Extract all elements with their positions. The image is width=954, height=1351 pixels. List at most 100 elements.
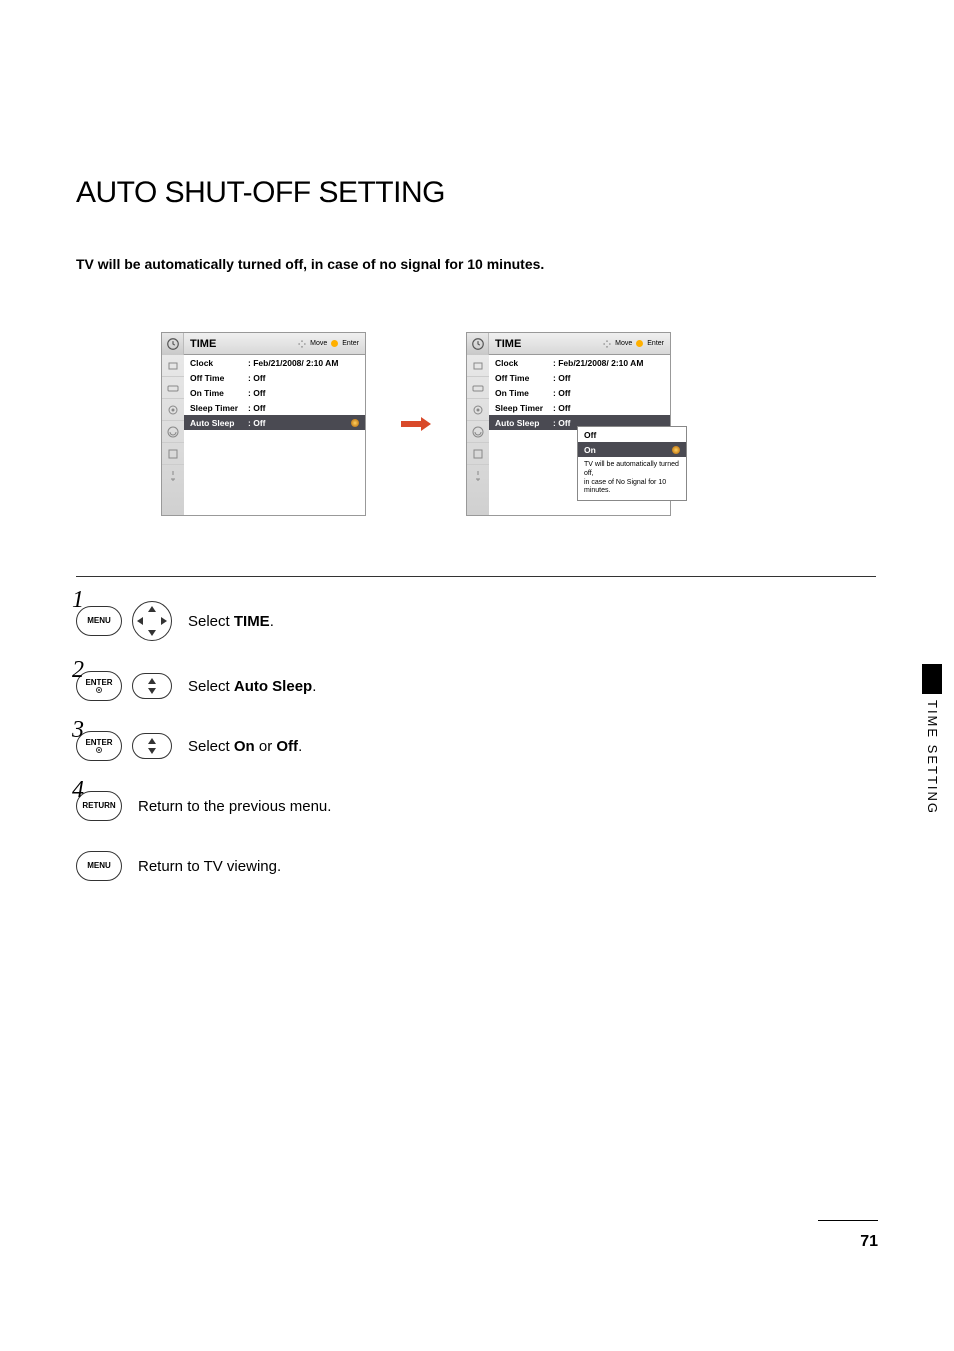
menu-row-sleeptimer[interactable]: Sleep TimerOff (489, 400, 670, 415)
divider (76, 576, 876, 577)
step-2: 2 ENTER Select Auto Sleep. (76, 671, 876, 701)
menu-row-autosleep[interactable]: Auto SleepOff (184, 415, 365, 430)
updown-button[interactable] (132, 673, 172, 699)
selection-dot-icon (351, 419, 359, 427)
section-label: TIME SETTING (925, 700, 940, 815)
page-title: AUTO SHUT-OFF SETTING (76, 176, 876, 210)
menu-label: Clock (495, 358, 553, 368)
popup-note: TV will be automatically turned off, in … (578, 457, 686, 500)
selection-dot-icon (672, 446, 680, 454)
step-text: Return to the previous menu. (138, 798, 331, 815)
sidebar-icon (467, 399, 489, 421)
menu-row-clock[interactable]: ClockFeb/21/2008/ 2:10 AM (489, 355, 670, 370)
side-tab (922, 664, 942, 694)
step-text: Return to TV viewing. (138, 858, 281, 875)
enter-dot-icon (636, 340, 643, 347)
move-icon (298, 340, 306, 348)
down-arrow-icon (148, 630, 156, 636)
menu-button[interactable]: MENU (76, 851, 122, 881)
menu-label: On Time (190, 388, 248, 398)
sidebar-icon (467, 377, 489, 399)
osd-before: TIME Move Enter ClockFe (161, 332, 366, 516)
left-arrow-icon (137, 617, 143, 625)
clock-icon (162, 333, 184, 355)
popup-note-line: TV will be automatically turned off, (584, 461, 680, 479)
menu-value: Off (553, 418, 570, 428)
popup-option-on[interactable]: On (578, 442, 686, 457)
sidebar-icon (162, 355, 184, 377)
sidebar-icon (162, 377, 184, 399)
enter-dot-icon (96, 687, 102, 693)
sidebar-icon (162, 465, 184, 487)
down-arrow-icon (148, 688, 156, 694)
step-number: 2 (72, 657, 84, 684)
menu-label: Sleep Timer (190, 403, 248, 413)
up-arrow-icon (148, 606, 156, 612)
menu-value: Off (553, 403, 570, 413)
menu-value: Off (248, 373, 265, 383)
right-arrow-icon (161, 617, 167, 625)
sidebar-icon (467, 355, 489, 377)
osd-title: TIME (184, 338, 298, 350)
menu-row-ontime[interactable]: On TimeOff (184, 385, 365, 400)
popup-option-off[interactable]: Off (578, 427, 686, 442)
dpad-button[interactable] (132, 601, 172, 641)
menu-row-ontime[interactable]: On TimeOff (489, 385, 670, 400)
osd-sidebar (162, 355, 184, 515)
menu-value: Off (553, 373, 570, 383)
enter-dot-icon (331, 340, 338, 347)
menu-value: Off (248, 418, 265, 428)
step-text: Select On or Off. (188, 738, 302, 755)
page-description: TV will be automatically turned off, in … (76, 256, 876, 272)
menu-value: Off (248, 388, 265, 398)
hint-enter: Enter (342, 340, 359, 347)
osd-after: TIME Move Enter ClockFe (466, 332, 671, 516)
step-4: 4 RETURN Return to the previous menu. (76, 791, 876, 821)
page-number-rule (818, 1220, 878, 1221)
hint-move: Move (615, 340, 632, 347)
menu-row-clock[interactable]: ClockFeb/21/2008/ 2:10 AM (184, 355, 365, 370)
osd-header: TIME Move Enter (467, 333, 670, 355)
up-arrow-icon (148, 738, 156, 744)
osd-hints: Move Enter (298, 340, 365, 348)
down-arrow-icon (148, 748, 156, 754)
menu-label: Sleep Timer (495, 403, 553, 413)
menu-value: Feb/21/2008/ 2:10 AM (553, 358, 643, 368)
sidebar-icon (467, 443, 489, 465)
hint-enter: Enter (647, 340, 664, 347)
page-number: 71 (860, 1233, 878, 1251)
arrow-icon (396, 414, 436, 434)
updown-button[interactable] (132, 733, 172, 759)
popup-option-label: On (584, 445, 596, 455)
osd-title: TIME (489, 338, 603, 350)
steps: 1 MENU Select TIME. 2 ENTER Select Auto … (76, 601, 876, 881)
menu-value: Off (553, 388, 570, 398)
popup-note-line: in case of No Signal for 10 minutes. (584, 479, 680, 497)
menu-row-offtime[interactable]: Off TimeOff (489, 370, 670, 385)
sidebar-icon (467, 465, 489, 487)
step-text: Select Auto Sleep. (188, 678, 316, 695)
enter-dot-icon (96, 747, 102, 753)
step-3: 3 ENTER Select On or Off. (76, 731, 876, 761)
autosleep-popup: Off On TV will be automatically turned o… (577, 426, 687, 501)
osd-screenshots: TIME Move Enter ClockFe (161, 332, 876, 516)
clock-icon (467, 333, 489, 355)
up-arrow-icon (148, 678, 156, 684)
menu-label: Off Time (190, 373, 248, 383)
sidebar-icon (162, 399, 184, 421)
step-text: Select TIME. (188, 613, 274, 630)
osd-sidebar (467, 355, 489, 515)
menu-label: Auto Sleep (495, 418, 553, 428)
sidebar-icon (467, 421, 489, 443)
menu-value: Off (248, 403, 265, 413)
menu-row-offtime[interactable]: Off TimeOff (184, 370, 365, 385)
step-number: 1 (72, 587, 84, 614)
menu-label: Clock (190, 358, 248, 368)
osd-header: TIME Move Enter (162, 333, 365, 355)
menu-value: Feb/21/2008/ 2:10 AM (248, 358, 338, 368)
step-number: 4 (72, 777, 84, 804)
move-icon (603, 340, 611, 348)
menu-row-sleeptimer[interactable]: Sleep TimerOff (184, 400, 365, 415)
osd-hints: Move Enter (603, 340, 670, 348)
menu-label: Off Time (495, 373, 553, 383)
